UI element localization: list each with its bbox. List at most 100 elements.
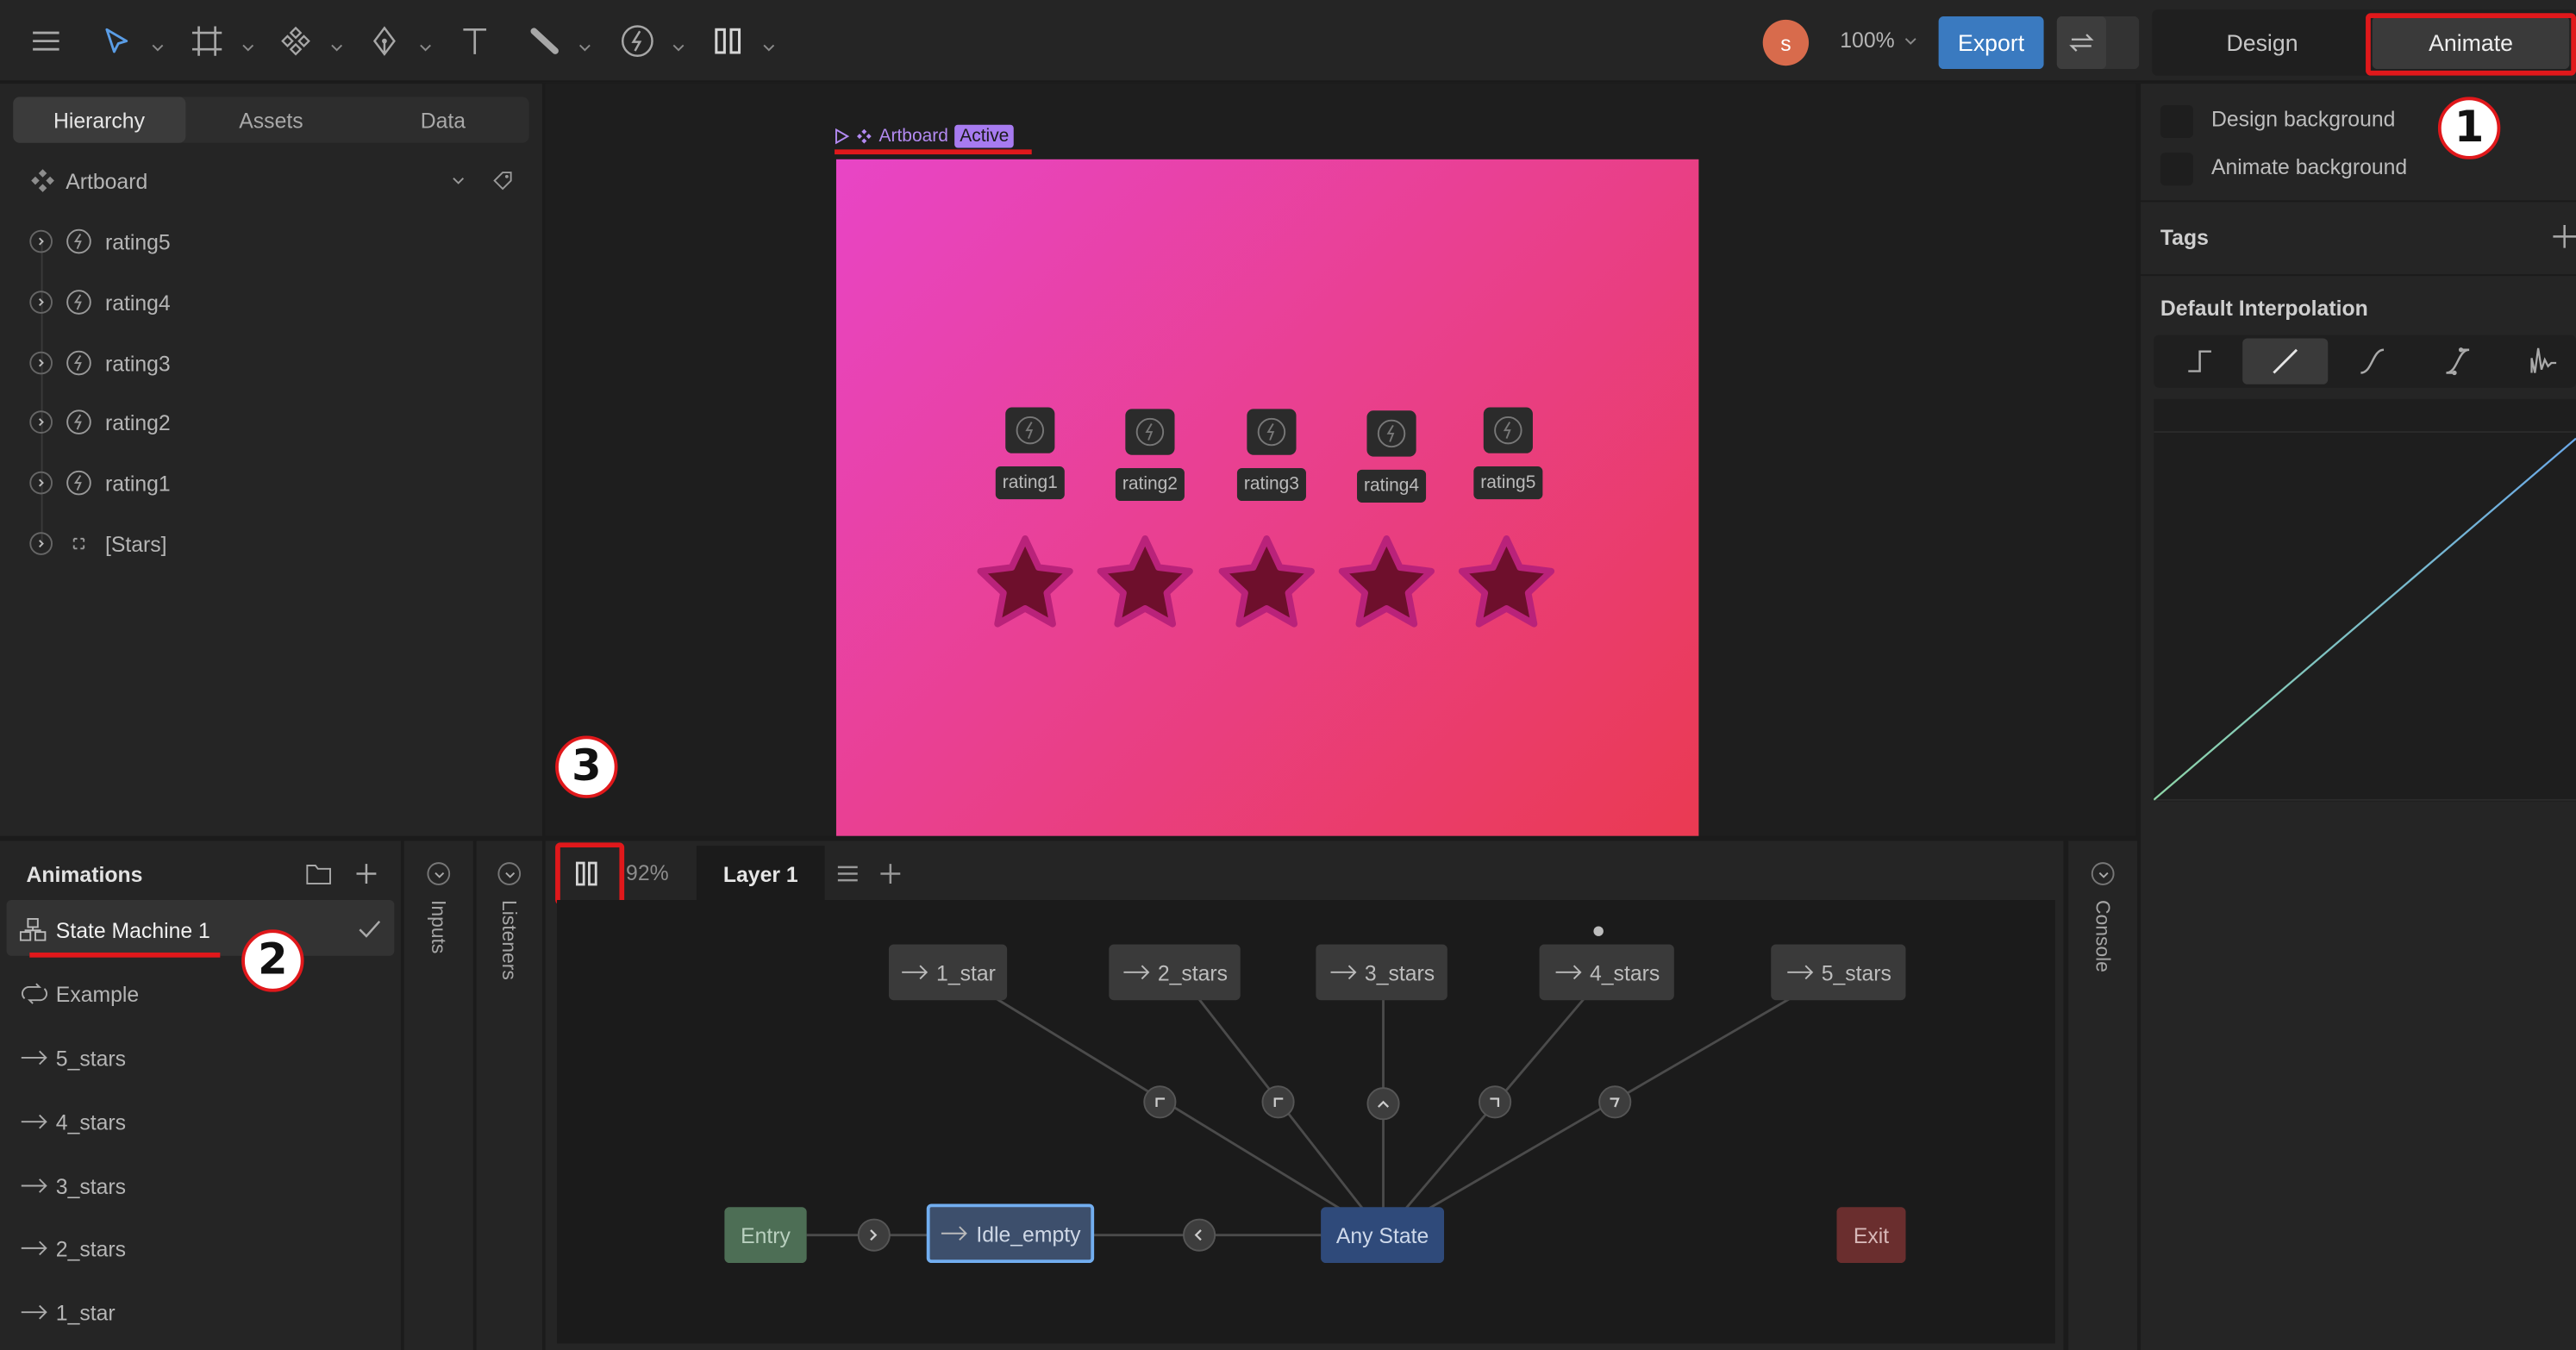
transition-icon[interactable] [1598,1085,1632,1119]
tag-icon[interactable] [491,169,515,192]
animation-list-item[interactable]: 1_star [20,1294,116,1330]
star-icon[interactable] [1454,530,1559,635]
add-layer-icon[interactable] [878,860,903,886]
transition-icon[interactable] [1183,1218,1216,1252]
chevron-down-icon[interactable] [762,33,775,52]
folder-icon[interactable] [305,862,331,885]
transition-icon[interactable] [1366,1087,1400,1121]
rating-label[interactable]: rating5 [1473,466,1543,500]
inputs-tab[interactable]: Inputs [427,900,450,953]
pen-tool-icon[interactable] [365,22,404,61]
star-icon[interactable] [1334,530,1439,635]
chevron-down-icon[interactable] [452,174,465,187]
tree-item[interactable]: rating1 [29,465,171,501]
bone-tool-icon[interactable] [526,22,566,61]
tree-item[interactable]: rating4 [29,284,171,321]
entry-node[interactable]: Entry [724,1207,807,1264]
chevron-down-icon[interactable] [330,33,343,52]
select-tool-icon[interactable] [96,22,135,61]
tree-item[interactable]: rating2 [29,404,171,441]
transition-icon[interactable] [857,1218,891,1252]
hold-interpolation-icon[interactable] [2157,338,2242,384]
animation-list-item[interactable]: State Machine 1 [19,911,210,947]
exit-node[interactable]: Exit [1836,1207,1906,1264]
chevron-down-icon[interactable] [419,33,432,52]
expand-chevron-icon[interactable] [29,532,53,555]
animation-list-item[interactable]: 5_stars [20,1040,126,1076]
add-tag-icon[interactable] [2553,223,2576,249]
chevron-down-icon[interactable] [672,33,685,52]
text-tool-icon[interactable] [455,22,495,61]
chevron-down-icon[interactable] [241,33,254,52]
artboard-tool-icon[interactable] [187,22,227,61]
star-icon[interactable] [972,530,1078,635]
any-state-node[interactable]: Any State [1321,1207,1445,1264]
rating-event-icon[interactable] [1247,409,1297,455]
tab-data[interactable]: Data [357,97,528,142]
design-mode-button[interactable]: Design [2166,16,2360,69]
export-button[interactable]: Export [1938,16,2044,70]
rating-event-icon[interactable] [1366,410,1416,457]
hamburger-menu-icon[interactable] [26,22,66,61]
state-node-3-stars[interactable]: 3_stars [1316,944,1447,1001]
state-machine-tool-icon[interactable] [708,22,747,61]
state-node-4-stars[interactable]: 4_stars [1539,944,1674,1001]
rating-event-icon[interactable] [1005,407,1055,453]
expand-chevron-icon[interactable] [29,229,53,253]
chevron-down-icon[interactable] [578,33,591,52]
inputs-toggle-chevron-icon[interactable] [427,862,451,885]
expand-chevron-icon[interactable] [29,410,53,434]
expand-chevron-icon[interactable] [29,351,53,375]
state-node-5-stars[interactable]: 5_stars [1771,944,1906,1001]
rating-event-icon[interactable] [1125,409,1175,455]
animation-list-item[interactable]: 3_stars [20,1168,126,1204]
idle-empty-node[interactable]: Idle_empty [926,1203,1095,1264]
tab-layer-1[interactable]: Layer 1 [696,846,825,902]
chevron-down-icon[interactable] [151,33,164,52]
expand-chevron-icon[interactable] [29,291,53,314]
list-menu-icon[interactable] [835,860,860,886]
tab-assets[interactable]: Assets [185,97,357,142]
rating-label[interactable]: rating4 [1357,469,1427,503]
tree-item[interactable]: [Stars] [29,526,167,562]
animation-list-item[interactable]: 2_stars [20,1230,126,1266]
console-tab[interactable]: Console [2091,900,2115,972]
rating-label[interactable]: rating2 [1115,467,1185,502]
design-background-swatch[interactable] [2160,104,2193,139]
event-tool-icon[interactable] [618,22,658,61]
tab-hierarchy[interactable]: Hierarchy [13,97,185,143]
cubic-interpolation-icon[interactable] [2329,338,2415,384]
listeners-toggle-chevron-icon[interactable] [497,862,522,885]
star-icon[interactable] [1214,530,1319,635]
swap-button[interactable] [2056,16,2140,70]
cubic-handles-interpolation-icon[interactable] [2415,338,2500,384]
animation-list-item[interactable]: 4_stars [20,1103,126,1140]
state-node-1-star[interactable]: 1_star [888,944,1008,1001]
transition-icon[interactable] [1143,1085,1177,1119]
animation-list-item[interactable]: Example [20,976,139,1012]
user-avatar[interactable]: s [1762,19,1810,66]
artboard-row[interactable]: Artboard [29,163,522,199]
tree-item[interactable]: rating5 [29,223,171,259]
rating-label[interactable]: rating3 [1236,467,1306,502]
animate-background-swatch[interactable] [2160,153,2193,186]
animations-title: Animations [26,862,143,887]
transition-icon[interactable] [1479,1085,1512,1119]
rating-label[interactable]: rating1 [995,466,1065,500]
rating-event-icon[interactable] [1483,407,1533,453]
listeners-tab[interactable]: Listeners [497,900,521,980]
zoom-dropdown[interactable]: 100% [1840,28,1917,53]
expand-chevron-icon[interactable] [29,471,53,495]
graph-zoom[interactable]: 92% [626,860,669,885]
artboard-title[interactable]: Artboard Active [835,124,1015,148]
component-tool-icon[interactable] [276,22,316,61]
state-node-2-stars[interactable]: 2_stars [1109,944,1241,1001]
elastic-interpolation-icon[interactable] [2500,338,2576,384]
checkmark-icon[interactable] [357,918,383,941]
star-icon[interactable] [1092,530,1197,635]
transition-icon[interactable] [1261,1085,1295,1119]
tree-item[interactable]: rating3 [29,345,171,381]
add-icon[interactable] [353,860,379,886]
console-toggle-chevron-icon[interactable] [2091,862,2115,885]
linear-interpolation-icon[interactable] [2242,338,2329,384]
